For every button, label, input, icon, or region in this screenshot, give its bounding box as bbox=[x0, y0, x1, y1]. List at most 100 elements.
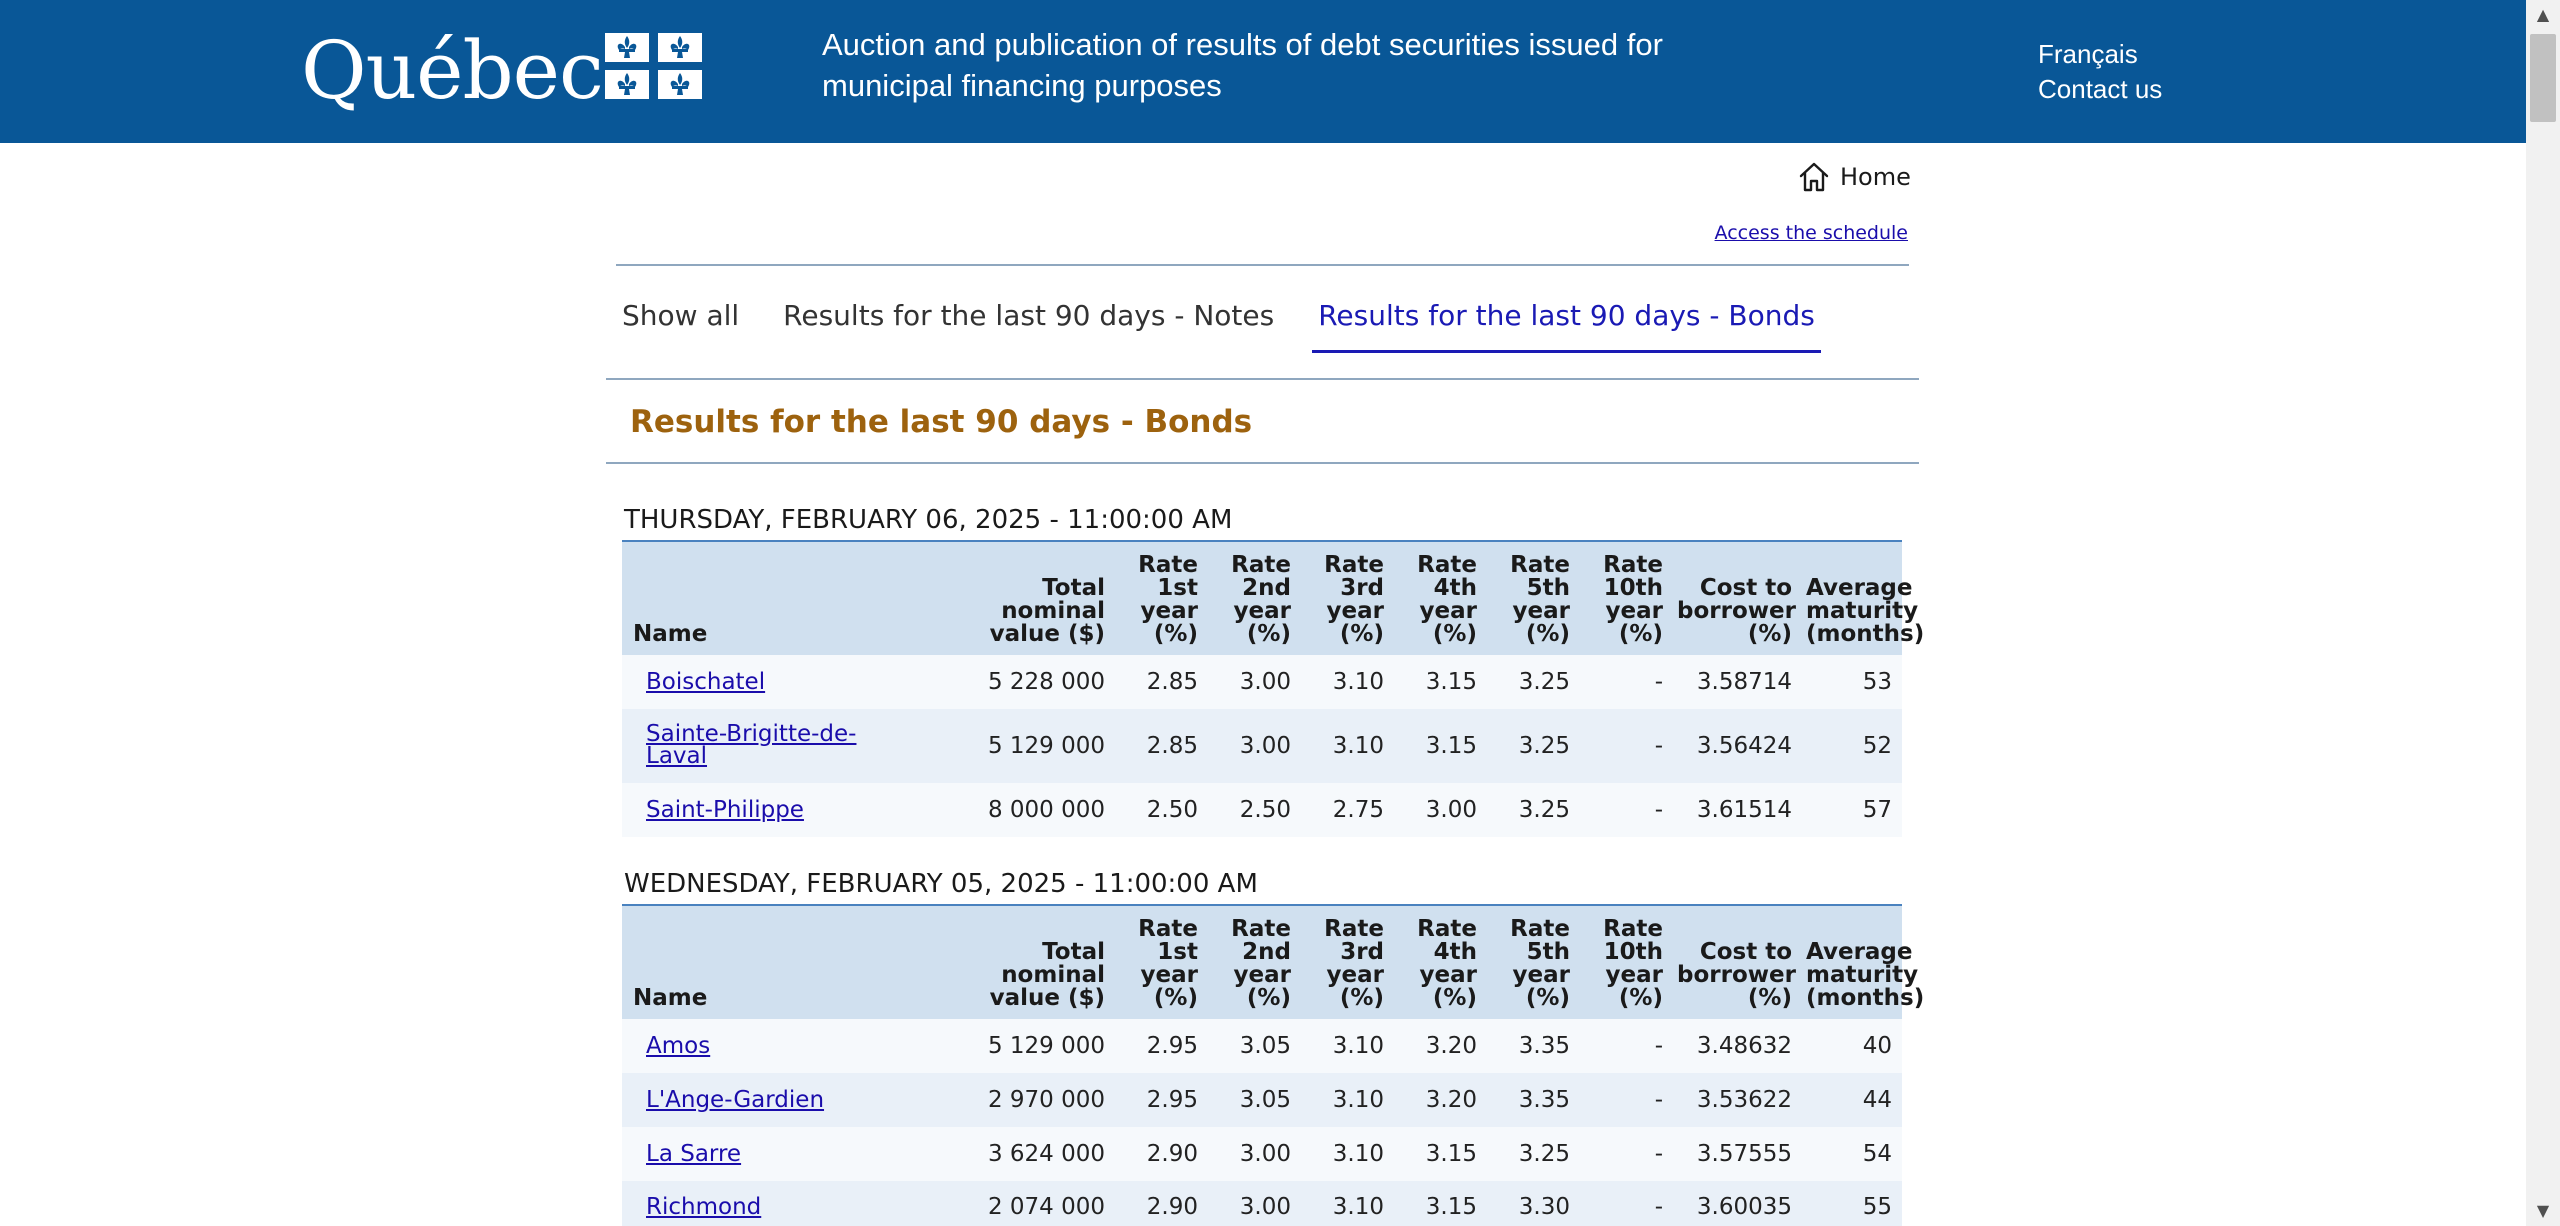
rate-2nd-year: 3.00 bbox=[1239, 733, 1291, 759]
municipality-link[interactable]: Richmond bbox=[646, 1196, 761, 1219]
rate-4th-year: 3.20 bbox=[1425, 1033, 1477, 1059]
rate-1st-year: 2.85 bbox=[1146, 669, 1198, 695]
municipality-link[interactable]: Saint-Philippe bbox=[646, 799, 804, 822]
table-row: Saint-Philippe 8 000 000 2.50 2.50 2.75 … bbox=[622, 783, 1902, 837]
rate-3rd-year: 3.10 bbox=[1332, 733, 1384, 759]
column-header: Rate 5th year (%) bbox=[1487, 540, 1580, 655]
scroll-down-arrow-icon[interactable]: ▼ bbox=[2526, 1196, 2560, 1226]
rate-3rd-year: 3.10 bbox=[1332, 1033, 1384, 1059]
cost-to-borrower: 3.48632 bbox=[1696, 1033, 1792, 1059]
rate-10th-year: - bbox=[1654, 1194, 1663, 1220]
table-row: La Sarre 3 624 000 2.90 3.00 3.10 3.15 3… bbox=[622, 1127, 1902, 1181]
quebec-logo[interactable]: Québec bbox=[301, 21, 604, 121]
rate-5th-year: 3.30 bbox=[1518, 1194, 1570, 1220]
fleur-de-lis-flag-icon bbox=[605, 33, 702, 99]
total-nominal-value: 5 228 000 bbox=[987, 669, 1105, 695]
home-link[interactable]: Home bbox=[1797, 157, 1911, 197]
column-header: Rate 3rd year (%) bbox=[1301, 904, 1394, 1019]
scroll-up-arrow-icon[interactable]: ▲ bbox=[2526, 0, 2560, 30]
column-header: Rate 10th year (%) bbox=[1580, 540, 1673, 655]
rate-3rd-year: 3.10 bbox=[1332, 1194, 1384, 1220]
rate-5th-year: 3.25 bbox=[1518, 797, 1570, 823]
rate-3rd-year: 2.75 bbox=[1332, 797, 1384, 823]
rate-2nd-year: 2.50 bbox=[1239, 797, 1291, 823]
tab-bonds-90-days[interactable]: Results for the last 90 days - Bonds bbox=[1312, 296, 1821, 353]
rate-1st-year: 2.95 bbox=[1146, 1087, 1198, 1113]
column-header: Rate 4th year (%) bbox=[1394, 904, 1487, 1019]
column-header: Rate 5th year (%) bbox=[1487, 904, 1580, 1019]
column-header: Average maturity (months) bbox=[1802, 904, 1924, 1019]
results-table: Name Total nominal value ($) Rate 1st ye… bbox=[622, 540, 1924, 837]
french-language-link[interactable]: Français bbox=[2038, 37, 2138, 71]
scrollbar-thumb[interactable] bbox=[2530, 34, 2556, 122]
table-row: Sainte-Brigitte-de-Laval 5 129 000 2.85 … bbox=[622, 709, 1902, 783]
auction-date: THURSDAY, FEBRUARY 06, 2025 - 11:00:00 A… bbox=[624, 505, 1233, 535]
rate-2nd-year: 3.05 bbox=[1239, 1033, 1291, 1059]
rate-2nd-year: 3.00 bbox=[1239, 669, 1291, 695]
column-header: Rate 1st year (%) bbox=[1115, 904, 1208, 1019]
cost-to-borrower: 3.61514 bbox=[1696, 797, 1792, 823]
total-nominal-value: 5 129 000 bbox=[987, 1033, 1105, 1059]
total-nominal-value: 2 970 000 bbox=[987, 1087, 1105, 1113]
total-nominal-value: 2 074 000 bbox=[987, 1194, 1105, 1220]
table-row: Boischatel 5 228 000 2.85 3.00 3.10 3.15… bbox=[622, 655, 1902, 709]
column-header: Total nominal value ($) bbox=[927, 904, 1115, 1019]
rate-5th-year: 3.35 bbox=[1518, 1033, 1570, 1059]
divider bbox=[616, 264, 1909, 266]
column-header: Name bbox=[622, 540, 927, 655]
rate-10th-year: - bbox=[1654, 1087, 1663, 1113]
average-maturity: 52 bbox=[1862, 733, 1892, 759]
rate-10th-year: - bbox=[1654, 733, 1663, 759]
section-title: Results for the last 90 days - Bonds bbox=[630, 404, 1253, 440]
rate-4th-year: 3.20 bbox=[1425, 1087, 1477, 1113]
column-header: Rate 2nd year (%) bbox=[1208, 904, 1301, 1019]
column-header: Rate 1st year (%) bbox=[1115, 540, 1208, 655]
rate-5th-year: 3.25 bbox=[1518, 1141, 1570, 1167]
rate-3rd-year: 3.10 bbox=[1332, 669, 1384, 695]
rate-10th-year: - bbox=[1654, 797, 1663, 823]
table-row: Richmond 2 074 000 2.90 3.00 3.10 3.15 3… bbox=[622, 1181, 1902, 1226]
rate-2nd-year: 3.05 bbox=[1239, 1087, 1291, 1113]
auction-block: WEDNESDAY, FEBRUARY 05, 2025 - 11:00:00 … bbox=[622, 864, 1924, 1226]
auction-block: THURSDAY, FEBRUARY 06, 2025 - 11:00:00 A… bbox=[622, 500, 1924, 837]
tab-notes-90-days[interactable]: Results for the last 90 days - Notes bbox=[777, 296, 1280, 353]
rate-4th-year: 3.00 bbox=[1425, 797, 1477, 823]
municipality-link[interactable]: Sainte-Brigitte-de-Laval bbox=[646, 723, 861, 768]
tab-show-all[interactable]: Show all bbox=[616, 296, 745, 353]
results-tabs: Show all Results for the last 90 days - … bbox=[616, 296, 1853, 353]
cost-to-borrower: 3.58714 bbox=[1696, 669, 1792, 695]
vertical-scrollbar[interactable]: ▲ ▼ bbox=[2526, 0, 2560, 1226]
contact-us-link[interactable]: Contact us bbox=[2038, 72, 2162, 106]
rate-5th-year: 3.25 bbox=[1518, 669, 1570, 695]
average-maturity: 40 bbox=[1862, 1033, 1892, 1059]
table-row: Amos 5 129 000 2.95 3.05 3.10 3.20 3.35 … bbox=[622, 1019, 1902, 1073]
site-title: Auction and publication of results of de… bbox=[822, 27, 1663, 103]
results-table: Name Total nominal value ($) Rate 1st ye… bbox=[622, 904, 1924, 1226]
municipality-link[interactable]: Amos bbox=[646, 1035, 710, 1058]
rate-2nd-year: 3.00 bbox=[1239, 1194, 1291, 1220]
average-maturity: 57 bbox=[1862, 797, 1892, 823]
column-header: Cost to borrower (%) bbox=[1673, 540, 1802, 655]
auction-date: WEDNESDAY, FEBRUARY 05, 2025 - 11:00:00 … bbox=[624, 869, 1258, 899]
access-schedule-link[interactable]: Access the schedule bbox=[1715, 222, 1908, 244]
divider bbox=[606, 462, 1919, 464]
municipality-link[interactable]: La Sarre bbox=[646, 1143, 741, 1166]
rate-3rd-year: 3.10 bbox=[1332, 1141, 1384, 1167]
municipality-link[interactable]: L'Ange-Gardien bbox=[646, 1089, 824, 1112]
total-nominal-value: 5 129 000 bbox=[987, 733, 1105, 759]
column-header: Rate 4th year (%) bbox=[1394, 540, 1487, 655]
column-header: Total nominal value ($) bbox=[927, 540, 1115, 655]
municipality-link[interactable]: Boischatel bbox=[646, 671, 765, 694]
rate-4th-year: 3.15 bbox=[1425, 733, 1477, 759]
table-header-row: Name Total nominal value ($) Rate 1st ye… bbox=[622, 540, 1924, 655]
site-header: Québec Auction and publication of result… bbox=[0, 0, 2526, 143]
rate-1st-year: 2.95 bbox=[1146, 1033, 1198, 1059]
table-row: L'Ange-Gardien 2 970 000 2.95 3.05 3.10 … bbox=[622, 1073, 1902, 1127]
rate-10th-year: - bbox=[1654, 1141, 1663, 1167]
rate-1st-year: 2.90 bbox=[1146, 1141, 1198, 1167]
rate-3rd-year: 3.10 bbox=[1332, 1087, 1384, 1113]
cost-to-borrower: 3.56424 bbox=[1696, 733, 1792, 759]
rate-5th-year: 3.35 bbox=[1518, 1087, 1570, 1113]
cost-to-borrower: 3.57555 bbox=[1696, 1141, 1792, 1167]
rate-2nd-year: 3.00 bbox=[1239, 1141, 1291, 1167]
